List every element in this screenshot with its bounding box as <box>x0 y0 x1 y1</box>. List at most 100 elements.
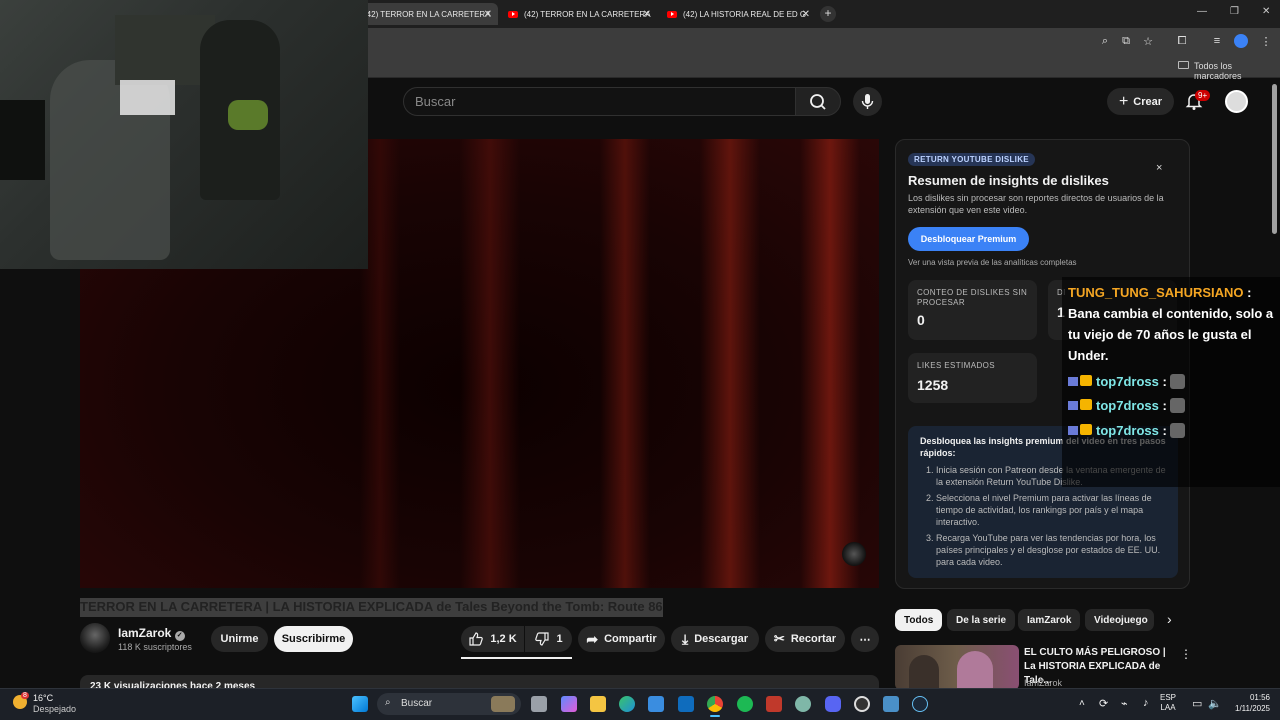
voice-search-button[interactable] <box>853 87 882 116</box>
tab-label: (42) TERROR EN LA CARRETERA <box>524 9 651 19</box>
video-title: TERROR EN LA CARRETERA | LA HISTORIA EXP… <box>80 598 663 617</box>
chat-separator: : <box>1158 374 1171 389</box>
language-bottom: LAA <box>1160 703 1176 712</box>
close-panel-button[interactable]: × <box>1156 162 1162 174</box>
weather-desc: Despejado <box>33 704 77 714</box>
minimize-icon[interactable]: — <box>1197 6 1207 17</box>
clock[interactable]: 01:56 1/11/2025 <box>1228 692 1270 714</box>
like-button[interactable]: 1,2 K <box>461 626 524 652</box>
chip-channel[interactable]: IamZarok <box>1018 609 1081 631</box>
close-icon[interactable]: ✕ <box>643 9 651 20</box>
download-button[interactable]: ⤓ Descargar <box>671 626 759 652</box>
search-button[interactable] <box>795 87 841 116</box>
step-item: Recarga YouTube para ver las tendencias … <box>936 532 1166 568</box>
crown-icon <box>1080 424 1092 435</box>
user-avatar[interactable] <box>1225 90 1248 113</box>
tab-label: (42) LA HISTORIA REAL DE ED G <box>683 9 807 19</box>
media-icon[interactable]: ≡ <box>1210 35 1224 47</box>
stream-chat-overlay: TUNG_TUNG_SAHURSIANO : Bana cambia el co… <box>1062 277 1280 487</box>
app-icon[interactable] <box>766 696 782 712</box>
channel-name-text: IamZarok <box>118 626 172 640</box>
channel-avatar[interactable] <box>80 623 110 653</box>
join-button[interactable]: Unirme <box>211 626 268 652</box>
clock-date: 1/11/2025 <box>1235 704 1270 713</box>
plush-shape <box>228 100 268 130</box>
recommendation-thumbnail[interactable] <box>895 645 1019 690</box>
chip-videogame[interactable]: Videojuego <box>1085 609 1154 631</box>
more-icon: ⋯ <box>859 633 871 646</box>
close-icon[interactable]: ✕ <box>802 9 810 20</box>
stat-label: LIKES ESTIMADOS <box>917 361 996 370</box>
chrome-icon[interactable] <box>707 696 723 712</box>
preview-note[interactable]: Ver una vista previa de las analíticas c… <box>908 258 1077 267</box>
stat-value: 1258 <box>917 377 949 393</box>
chat-username: TUNG_TUNG_SAHURSIANO <box>1068 285 1244 300</box>
language-indicator[interactable]: ESP LAA <box>1160 693 1176 713</box>
menu-icon[interactable]: ⋮ <box>1259 35 1273 48</box>
create-button[interactable]: + Crear <box>1107 88 1174 115</box>
clip-button[interactable]: ✂ Recortar <box>765 626 845 652</box>
folder-icon <box>1178 61 1189 69</box>
edge-icon[interactable] <box>619 696 635 712</box>
thumbs-down-icon <box>535 632 550 646</box>
thumbs-up-icon <box>469 632 484 646</box>
curtain-fold <box>460 139 520 588</box>
display-icon[interactable]: ▭ <box>1192 697 1202 710</box>
task-view-icon[interactable] <box>531 696 547 712</box>
chevron-right-icon[interactable]: › <box>1167 611 1172 627</box>
weather-widget[interactable]: 8 16°C Despejado <box>10 692 90 716</box>
page-scrollbar[interactable] <box>1272 84 1277 234</box>
stat-card-estimated-likes: LIKES ESTIMADOS 1258 <box>908 353 1037 403</box>
extensions-icon[interactable]: ⧠ <box>1175 35 1189 48</box>
file-explorer-icon[interactable] <box>590 696 606 712</box>
store-icon[interactable] <box>648 696 664 712</box>
obs-icon[interactable] <box>854 696 870 712</box>
star-icon[interactable]: ☆ <box>1141 35 1155 48</box>
chip-series[interactable]: De la serie <box>947 609 1016 631</box>
browser-tab-2[interactable]: (42) TERROR EN LA CARRETERA ✕ <box>502 3 657 25</box>
remote-desktop-icon[interactable] <box>883 696 899 712</box>
cast-icon[interactable]: ⧉ <box>1119 35 1133 48</box>
active-app-indicator <box>710 715 720 717</box>
browser-tab-1[interactable]: (42) TERROR EN LA CARRETERA ✕ <box>358 3 498 25</box>
new-tab-button[interactable]: + <box>820 6 836 22</box>
scissors-icon: ✂ <box>773 631 785 646</box>
copilot-icon[interactable] <box>561 696 577 712</box>
share-button[interactable]: ➦ Compartir <box>578 626 665 652</box>
dislike-button[interactable]: 1 <box>525 626 572 652</box>
globe-app-icon[interactable] <box>795 696 811 712</box>
chat-message: top7dross : <box>1068 371 1186 392</box>
recommendation-menu-icon[interactable]: ⋮ <box>1180 647 1192 661</box>
chat-separator: : <box>1158 398 1171 413</box>
subscribe-button[interactable]: Suscribirme <box>274 626 353 652</box>
spotify-icon[interactable] <box>737 696 753 712</box>
tray-mic-icon[interactable]: ♪ <box>1143 697 1149 709</box>
tray-network-icon[interactable]: ⌁ <box>1121 697 1128 710</box>
volume-icon[interactable]: 🔈 <box>1208 697 1222 710</box>
windows-start-icon[interactable] <box>352 696 368 712</box>
outlook-icon[interactable] <box>678 696 694 712</box>
close-icon[interactable]: ✕ <box>484 9 492 20</box>
discord-icon[interactable] <box>825 696 841 712</box>
recommendation-channel[interactable]: IamZarok <box>1024 678 1062 688</box>
search-input[interactable]: Buscar <box>403 87 796 116</box>
zoom-icon[interactable]: ⌕ <box>1098 35 1112 48</box>
chip-all[interactable]: Todos <box>895 609 943 631</box>
close-window-icon[interactable]: ✕ <box>1262 6 1270 17</box>
restore-icon[interactable]: ❐ <box>1230 6 1239 17</box>
download-icon: ⤓ <box>681 630 689 647</box>
thumbnail-figure <box>957 651 993 690</box>
steam-icon[interactable] <box>912 696 928 712</box>
channel-name[interactable]: IamZarok ✓ <box>118 626 185 641</box>
channel-watermark <box>842 542 866 566</box>
tray-chevron-icon[interactable]: ˄ <box>1079 698 1085 709</box>
more-actions-button[interactable]: ⋯ <box>851 626 879 652</box>
all-bookmarks-link[interactable]: Todos los marcadores <box>1194 61 1280 81</box>
taskbar-search[interactable]: ⌕ Buscar <box>377 693 521 715</box>
profile-icon[interactable] <box>1234 34 1248 48</box>
browser-tab-3[interactable]: (42) LA HISTORIA REAL DE ED G ✕ <box>661 3 816 25</box>
microphone-icon <box>861 94 874 109</box>
tray-sync-icon[interactable]: ⟳ <box>1099 697 1108 710</box>
unlock-premium-button[interactable]: Desbloquear Premium <box>908 227 1029 251</box>
chat-username: top7dross <box>1096 398 1159 413</box>
